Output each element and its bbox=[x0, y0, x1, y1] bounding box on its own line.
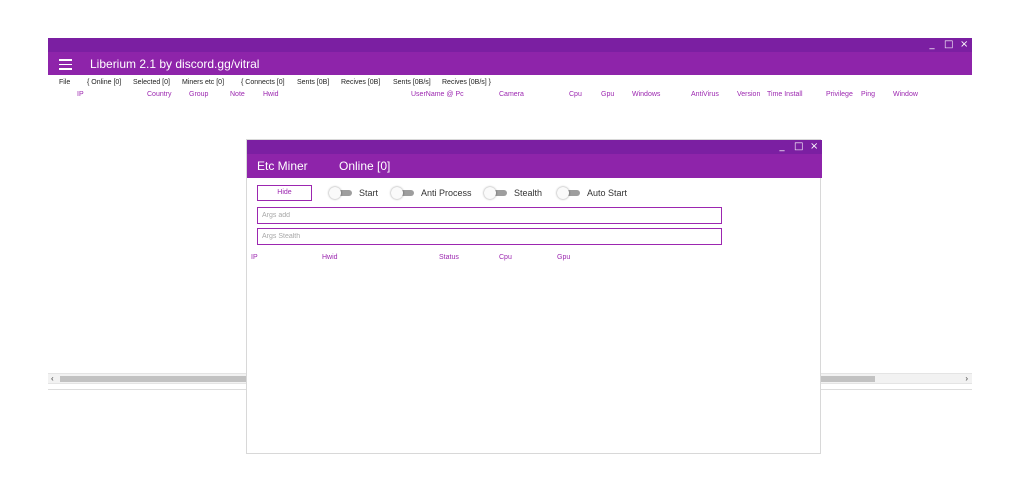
auto-start-toggle[interactable]: Auto Start bbox=[557, 186, 627, 200]
toggle-switch-icon[interactable] bbox=[391, 187, 414, 199]
toggle-switch-icon[interactable] bbox=[484, 187, 507, 199]
column-camera[interactable]: Camera bbox=[499, 89, 524, 101]
status-connects: { Connects [0] bbox=[241, 79, 285, 86]
toggle-switch-icon[interactable] bbox=[557, 187, 580, 199]
column-cpu[interactable]: Cpu bbox=[569, 89, 582, 101]
auto-start-toggle-label: Auto Start bbox=[587, 188, 628, 198]
status-sents-rate: Sents [0B/s] bbox=[393, 79, 431, 86]
scroll-left-icon[interactable]: ‹ bbox=[51, 374, 54, 383]
stealth-toggle-label: Stealth bbox=[514, 188, 543, 198]
miner-window-controls: _ □ × bbox=[778, 141, 819, 153]
start-toggle-label: Start bbox=[359, 188, 379, 198]
miner-online-count: Online [0] bbox=[339, 159, 391, 173]
status-recives-rate: Recives [0B/s] } bbox=[442, 79, 492, 86]
status-sents: Sents [0B] bbox=[297, 79, 330, 86]
miner-column-ip[interactable]: IP bbox=[251, 253, 258, 263]
column-ip[interactable]: IP bbox=[77, 89, 84, 101]
scroll-right-icon[interactable]: › bbox=[965, 374, 968, 383]
status-selected: Selected [0] bbox=[133, 79, 170, 86]
miner-titlebar: _ □ × Etc Miner Online [0] bbox=[247, 140, 822, 178]
column-note[interactable]: Note bbox=[230, 89, 245, 101]
miner-column-hwid[interactable]: Hwid bbox=[322, 253, 338, 263]
miner-column-cpu[interactable]: Cpu bbox=[499, 253, 512, 263]
column-windows[interactable]: Windows bbox=[632, 89, 660, 101]
stealth-toggle[interactable]: Stealth bbox=[484, 186, 542, 200]
miner-close-button[interactable]: × bbox=[810, 141, 818, 153]
column-country[interactable]: Country bbox=[147, 89, 172, 101]
miner-title: Etc Miner bbox=[257, 159, 308, 173]
status-online: { Online [0] bbox=[87, 79, 122, 86]
column-gpu[interactable]: Gpu bbox=[601, 89, 614, 101]
column-ping[interactable]: Ping bbox=[861, 89, 875, 101]
args-add-input[interactable] bbox=[257, 207, 722, 224]
app-title: Liberium 2.1 by discord.gg/vitral bbox=[90, 57, 260, 71]
column-privilege[interactable]: Privilege bbox=[826, 89, 853, 101]
args-stealth-input[interactable] bbox=[257, 228, 722, 245]
maximize-button[interactable]: □ bbox=[944, 39, 953, 51]
main-titlebar: _ □ × Liberium 2.1 by discord.gg/vitral bbox=[48, 38, 972, 75]
main-window-controls: _ □ × bbox=[928, 39, 969, 51]
anti-process-toggle[interactable]: Anti Process bbox=[391, 186, 472, 200]
toggle-switch-icon[interactable] bbox=[329, 187, 352, 199]
column-group[interactable]: Group bbox=[189, 89, 208, 101]
miner-minimize-button[interactable]: _ bbox=[778, 141, 786, 153]
status-recives: Recives [0B] bbox=[341, 79, 381, 86]
miner-column-status[interactable]: Status bbox=[439, 253, 459, 263]
column-antivirus[interactable]: AntiVirus bbox=[691, 89, 719, 101]
miner-column-gpu[interactable]: Gpu bbox=[557, 253, 570, 263]
menu-file[interactable]: File bbox=[59, 77, 70, 88]
hamburger-menu-icon[interactable] bbox=[59, 59, 72, 70]
column-time-install[interactable]: Time Install bbox=[767, 89, 803, 101]
column-window[interactable]: Window bbox=[893, 89, 918, 101]
status-miners: Miners etc [0] bbox=[182, 79, 225, 86]
column-hwid[interactable]: Hwid bbox=[263, 89, 279, 101]
minimize-button[interactable]: _ bbox=[928, 39, 936, 51]
column-username-pc[interactable]: UserName @ Pc bbox=[411, 89, 464, 101]
start-toggle[interactable]: Start bbox=[329, 186, 378, 200]
hide-button[interactable]: Hide bbox=[257, 185, 312, 201]
column-version[interactable]: Version bbox=[737, 89, 760, 101]
close-button[interactable]: × bbox=[960, 39, 968, 51]
miner-maximize-button[interactable]: □ bbox=[794, 141, 803, 153]
anti-process-toggle-label: Anti Process bbox=[421, 188, 472, 198]
miner-dialog: _ □ × Etc Miner Online [0] Hide Start An… bbox=[246, 139, 822, 454]
